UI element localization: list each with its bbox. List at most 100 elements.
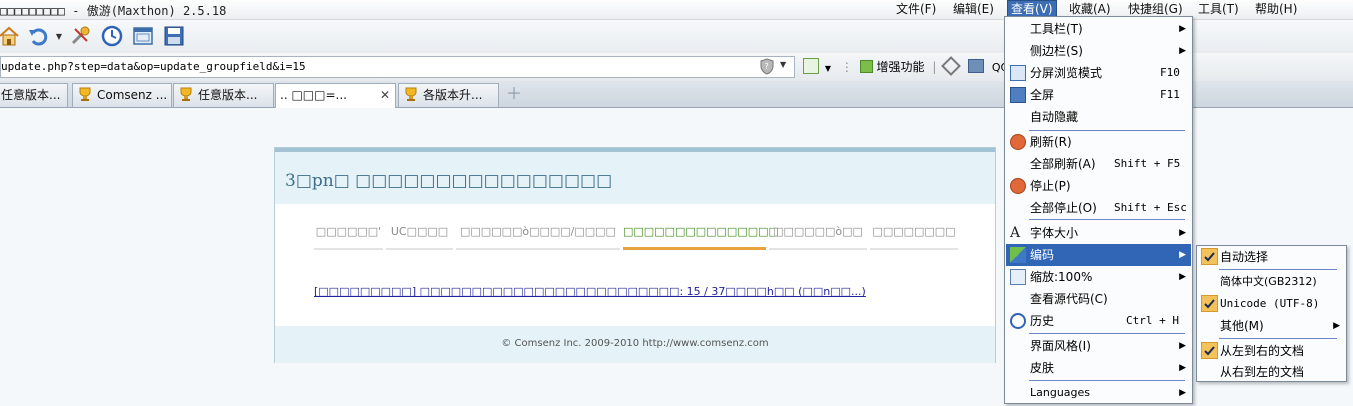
window-title: □□□□□□□□□ - 傲游(Maxthon) 2.5.18	[0, 4, 227, 18]
encoding-icon	[1010, 247, 1026, 263]
submenu-arrow-icon: ▶	[1179, 250, 1186, 260]
menu-help[interactable]: 帮助(H)	[1252, 1, 1300, 18]
menu-item-auto-hide[interactable]: 自动隐藏	[1006, 106, 1191, 128]
menu-separator	[1029, 219, 1185, 220]
undo-close-button[interactable]	[25, 23, 51, 49]
undo-icon	[29, 28, 48, 46]
trophy-icon	[79, 87, 91, 101]
clock-icon	[1010, 313, 1026, 329]
menu-item-ui-style[interactable]: 界面风格(I) ▶	[1006, 335, 1191, 357]
trophy-icon	[180, 87, 192, 101]
close-tab-icon[interactable]: ✕	[380, 84, 390, 106]
upgrade-panel: 3□pn□ □□□□□□□□□□□□□□□□ □□□□□□' UC□□□□ □□…	[274, 147, 996, 363]
split-screen-icon	[1010, 65, 1026, 81]
clock-icon	[101, 25, 123, 47]
menu-item-languages[interactable]: Languages ▶	[1006, 382, 1191, 404]
menu-file[interactable]: 文件(F)	[893, 1, 939, 18]
menu-item-encoding[interactable]: 编码 ▶	[1006, 244, 1191, 266]
tab-1[interactable]: 任意版本...	[0, 83, 68, 107]
page-footer: © Comsenz Inc. 2009-2010 http://www.coms…	[275, 326, 995, 363]
checkmark-icon	[1201, 342, 1218, 359]
new-tab-button[interactable]: ＋	[506, 84, 523, 103]
screen-capture-button[interactable]	[130, 23, 156, 49]
menu-separator	[1219, 269, 1337, 270]
fullscreen-icon	[1010, 87, 1026, 103]
menu-item-sidebar[interactable]: 侧边栏(S) ▶	[1006, 40, 1191, 62]
menu-item-refresh[interactable]: 刷新(R)	[1006, 131, 1191, 153]
step-6: □□□□□□□□	[870, 224, 958, 250]
menu-item-font-size[interactable]: A 字体大小 ▶	[1006, 222, 1191, 244]
menu-item-skins[interactable]: 皮肤 ▶	[1006, 357, 1191, 379]
tab-label: 任意版本...	[198, 88, 258, 102]
extension-toolbar: ▼ ⋮ 增强功能 | QQ截	[803, 56, 1020, 78]
submenu-arrow-icon: ▶	[1179, 228, 1186, 238]
menu-tools[interactable]: 工具(T)	[1195, 1, 1242, 18]
menu-item-toolbars[interactable]: 工具栏(T) ▶	[1006, 18, 1191, 40]
encoding-auto-select[interactable]: 自动选择	[1198, 246, 1345, 268]
history-button[interactable]	[99, 23, 125, 49]
submenu-arrow-icon: ▶	[1333, 321, 1340, 331]
panel-header: 3□pn□ □□□□□□□□□□□□□□□□	[275, 152, 995, 204]
encoding-utf8[interactable]: Unicode (UTF-8)	[1198, 293, 1345, 315]
checkmark-icon	[1201, 248, 1218, 265]
direction-ltr[interactable]: 从左到右的文档	[1198, 340, 1345, 362]
encoding-submenu: 自动选择 简体中文(GB2312) Unicode (UTF-8) 其他(M) …	[1196, 245, 1347, 382]
separator-grip-icon: ⋮	[840, 60, 853, 74]
encoding-gb2312[interactable]: 简体中文(GB2312)	[1198, 271, 1345, 293]
chevron-down-icon: ▼	[55, 31, 63, 41]
home-icon	[0, 26, 19, 46]
save-button[interactable]	[161, 23, 187, 49]
tab-2[interactable]: Comsenz ...	[72, 83, 172, 107]
tab-label: Comsenz ...	[97, 88, 168, 102]
floppy-disk-icon	[164, 26, 184, 46]
plus-icon	[859, 60, 873, 73]
menu-item-stop-all[interactable]: 全部停止(O) Shift + Esc	[1006, 197, 1191, 219]
go-dropdown-icon[interactable]: ▼	[825, 64, 831, 73]
view-menu-dropdown: 工具栏(T) ▶ 侧边栏(S) ▶ 分屏浏览模式 F10 全屏 F11 自动隐藏…	[1004, 16, 1193, 404]
step-4-current: □□□□□□□□□□□□□□□	[623, 224, 779, 250]
tab-4-active[interactable]: .. □□□=... ✕	[275, 83, 396, 108]
refresh-icon	[1010, 134, 1026, 150]
menu-item-refresh-all[interactable]: 全部刷新(A) Shift + F5	[1006, 153, 1191, 175]
font-size-icon: A	[1010, 225, 1021, 241]
submenu-arrow-icon: ▶	[1179, 363, 1186, 373]
submenu-arrow-icon: ▶	[1179, 24, 1186, 34]
tab-3[interactable]: 任意版本...	[173, 83, 274, 107]
security-shield-icon[interactable]: ?	[759, 58, 775, 78]
enhance-features-button[interactable]: 增强功能	[876, 60, 924, 74]
svg-text:?: ?	[765, 62, 769, 71]
submenu-arrow-icon: ▶	[1179, 272, 1186, 282]
stop-icon	[1010, 178, 1026, 194]
menu-item-stop[interactable]: 停止(P)	[1006, 175, 1191, 197]
undo-dropdown[interactable]: ▼	[52, 23, 66, 49]
menu-item-fullscreen[interactable]: 全屏 F11	[1006, 84, 1191, 106]
tools-button[interactable]	[67, 23, 93, 49]
menu-item-split-view[interactable]: 分屏浏览模式 F10	[1006, 62, 1191, 84]
menu-edit[interactable]: 编辑(E)	[950, 1, 997, 18]
step-1: □□□□□□'	[314, 224, 383, 250]
menu-item-zoom[interactable]: 缩放:100% ▶	[1006, 266, 1191, 288]
menu-item-history[interactable]: 历史 Ctrl + H	[1006, 310, 1191, 332]
home-button[interactable]	[0, 23, 22, 49]
menu-item-view-source[interactable]: 查看源代码(C)	[1006, 288, 1191, 310]
encoding-other[interactable]: 其他(M) ▶	[1198, 315, 1345, 337]
url-text[interactable]: update.php?step=data&op=update_groupfiel…	[1, 60, 306, 73]
plus-icon: ＋	[506, 84, 523, 103]
menu-separator	[1219, 338, 1337, 339]
progress-link[interactable]: [□□□□□□□□□] □□□□□□□□□□□□□□□□□□□□□□□□□: 1…	[314, 285, 866, 298]
page-title: 3□pn□ □□□□□□□□□□□□□□□□	[285, 171, 613, 191]
tab-5[interactable]: 各版本升...	[398, 83, 499, 107]
step-2: UC□□□□	[386, 224, 453, 250]
screenshot-icon[interactable]	[968, 59, 985, 73]
url-field[interactable]: update.php?step=data&op=update_groupfiel…	[0, 56, 795, 78]
diamond-icon[interactable]	[941, 56, 962, 76]
menu-separator	[1029, 333, 1185, 334]
tab-label: 各版本升...	[423, 88, 483, 102]
tab-label: 任意版本...	[1, 88, 61, 102]
url-dropdown-icon[interactable]: ▼	[780, 60, 786, 69]
trophy-icon	[405, 87, 417, 101]
zoom-icon	[1010, 269, 1026, 285]
go-button-icon[interactable]	[803, 58, 819, 74]
direction-rtl[interactable]: 从右到左的文档	[1198, 361, 1345, 383]
submenu-arrow-icon: ▶	[1179, 341, 1186, 351]
